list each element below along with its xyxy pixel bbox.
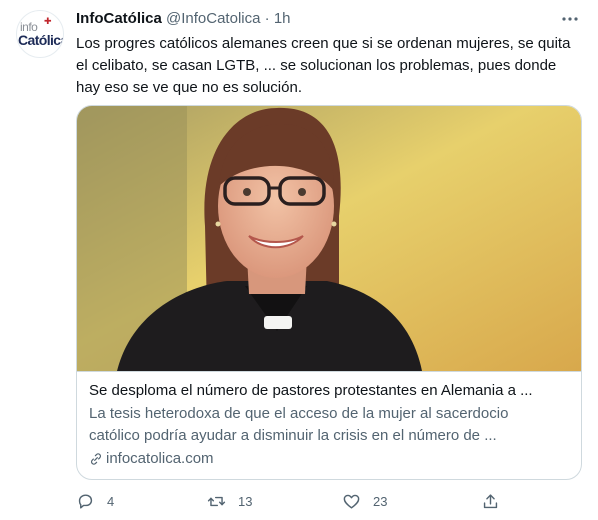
like-button[interactable]: 23	[342, 487, 387, 515]
cross-icon: ✚	[44, 16, 52, 26]
action-bar: 4 13 23	[76, 487, 506, 515]
tweet-time[interactable]: 1h	[274, 10, 291, 27]
card-body[interactable]: Se desploma el número de pastores protes…	[77, 371, 581, 479]
retweet-button[interactable]: 13	[207, 487, 252, 515]
link-card[interactable]: Se desploma el número de pastores protes…	[76, 105, 582, 480]
retweet-count: 13	[238, 493, 253, 509]
card-domain[interactable]: infocatolica.com	[106, 448, 214, 470]
like-icon	[343, 494, 360, 509]
more-icon[interactable]	[560, 8, 580, 30]
card-title[interactable]: Se desploma el número de pastores protes…	[89, 380, 569, 402]
reply-icon	[78, 493, 93, 509]
share-icon	[483, 493, 498, 508]
share-button[interactable]	[481, 487, 500, 515]
reply-button[interactable]: 4	[76, 487, 114, 515]
card-domain-row[interactable]: infocatolica.com	[89, 448, 569, 470]
avatar-logo-bottom: Católica	[18, 32, 64, 48]
like-count: 23	[373, 493, 388, 509]
tweet-header: InfoCatólica @InfoCatolica · 1h	[76, 8, 582, 30]
separator-dot: ·	[264, 10, 270, 27]
tweet-text: Los progres católicos alemanes creen que…	[76, 35, 571, 96]
account-handle[interactable]: @InfoCatolica	[166, 10, 260, 27]
account-name[interactable]: InfoCatólica	[76, 10, 162, 27]
avatar[interactable]: info ✚ Católica	[16, 10, 64, 58]
tweet[interactable]: info ✚ Católica InfoCatólica @InfoCatoli…	[0, 0, 598, 520]
retweet-icon	[207, 496, 226, 506]
card-image[interactable]	[77, 106, 581, 371]
card-description: La tesis heterodoxa de que el acceso de …	[89, 405, 509, 444]
link-icon	[91, 453, 101, 465]
reply-count: 4	[107, 493, 115, 509]
